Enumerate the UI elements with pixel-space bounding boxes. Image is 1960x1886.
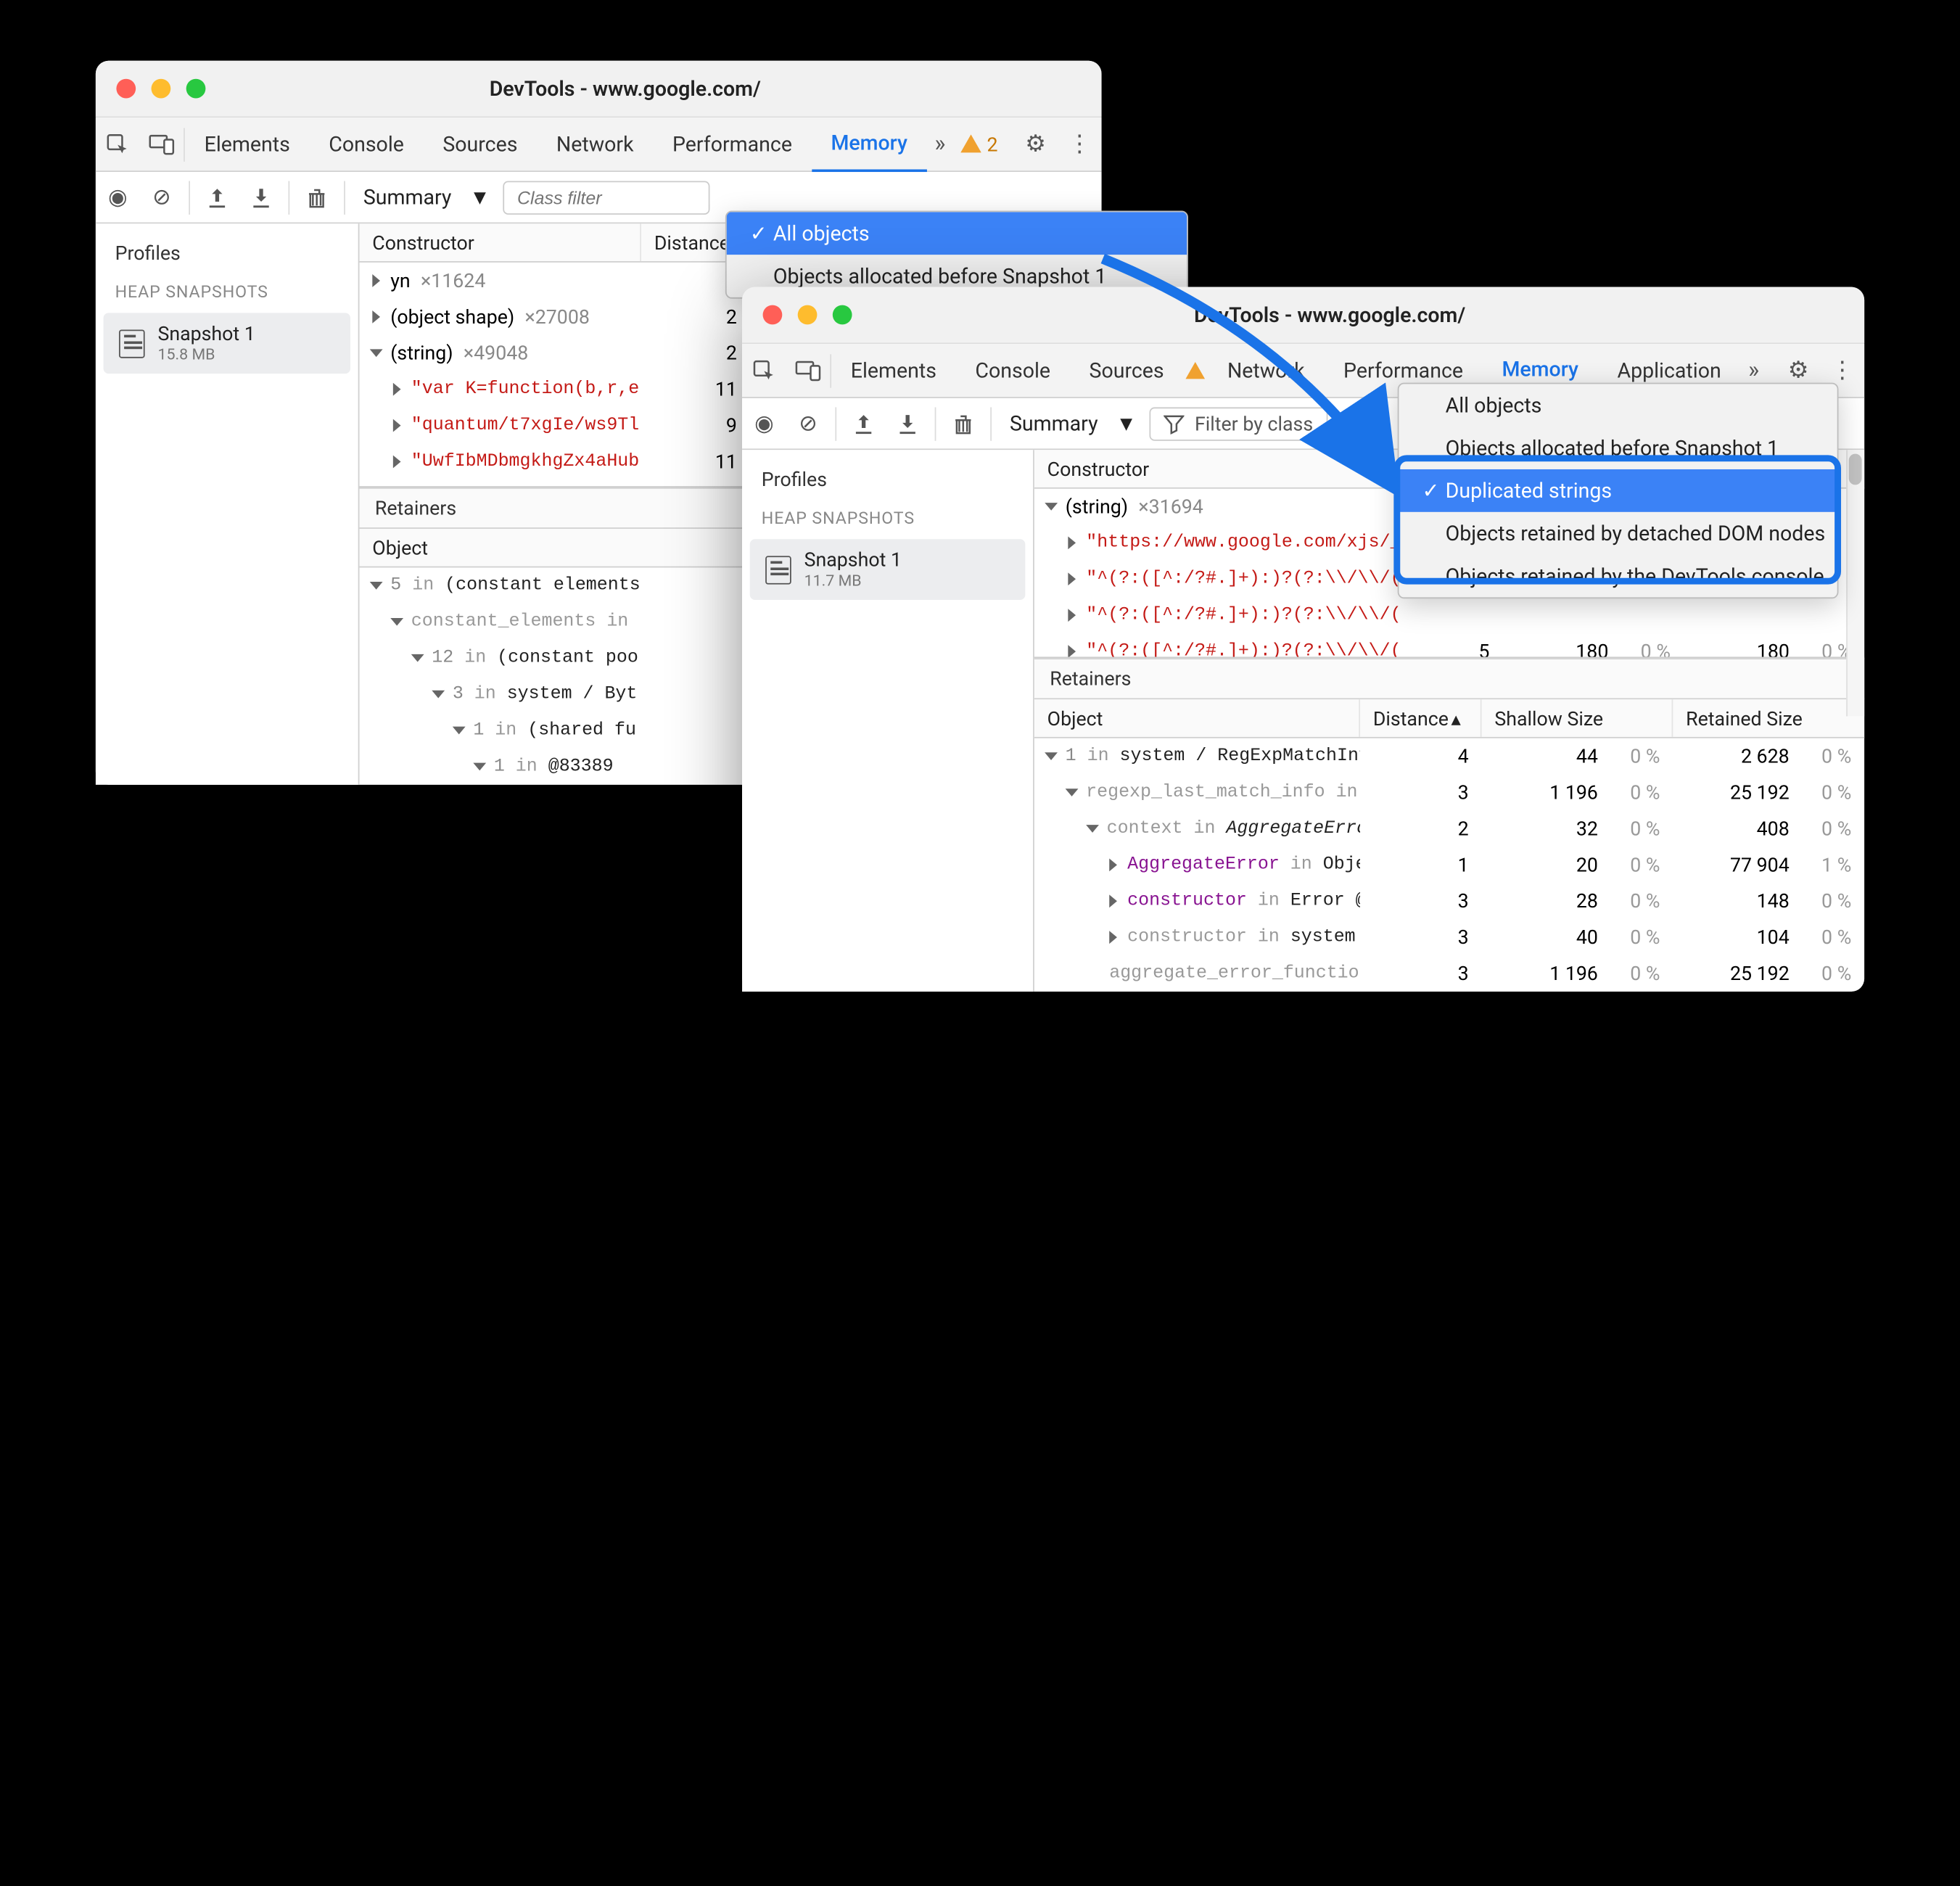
gear-icon[interactable]: ⚙: [1776, 357, 1821, 384]
col-constructor[interactable]: Constructor: [1034, 450, 1399, 487]
dropdown-item[interactable]: Objects retained by the DevTools console: [1399, 555, 1837, 598]
class-filter-button[interactable]: Filter by class: [1150, 407, 1327, 440]
profiles-header: Profiles: [742, 450, 1033, 501]
overflow-button[interactable]: »: [927, 131, 953, 157]
heap-snapshots-header: HEAP SNAPSHOTS: [96, 276, 358, 310]
download-icon[interactable]: [886, 413, 930, 434]
inspect-icon[interactable]: [742, 359, 786, 382]
table-row[interactable]: "^(?:([^:/?#.]+):)?(?:\\/\\/(?:: [1034, 597, 1864, 633]
window-title: DevTools - www.google.com/: [795, 302, 1864, 327]
record-icon[interactable]: ◉: [742, 411, 786, 437]
tab-sources[interactable]: Sources: [1070, 343, 1184, 398]
retainer-row[interactable]: constructor in Error @5413280 %1480 %: [1034, 883, 1864, 919]
device-toggle-icon[interactable]: [139, 133, 184, 155]
dropdown-item[interactable]: All objects: [1399, 384, 1837, 427]
garbage-collect-icon[interactable]: [942, 412, 986, 435]
upload-icon[interactable]: [841, 413, 886, 434]
download-icon[interactable]: [239, 187, 284, 208]
tab-network[interactable]: Network: [537, 117, 653, 171]
titlebar: DevTools - www.google.com/: [96, 61, 1102, 118]
clear-icon[interactable]: ⊘: [139, 184, 184, 210]
snapshot-item[interactable]: Snapshot 1 15.8 MB: [104, 313, 350, 374]
tab-memory[interactable]: Memory: [812, 117, 927, 171]
scrollbar[interactable]: [1846, 450, 1864, 716]
record-icon[interactable]: ◉: [96, 184, 140, 210]
table-row[interactable]: "^(?:([^:/?#.]+):)?(?:\\/\\/(?:51800 %18…: [1034, 633, 1864, 656]
dropdown-item[interactable]: Objects retained by detached DOM nodes: [1399, 512, 1837, 555]
col-retained[interactable]: Retained Size: [1673, 699, 1864, 737]
device-toggle-icon[interactable]: [786, 360, 831, 381]
snapshot-icon: [119, 329, 145, 358]
view-select[interactable]: Summary▼: [997, 411, 1149, 437]
kebab-menu-icon[interactable]: ⋮: [1821, 357, 1865, 384]
devtools-tabs: ElementsConsoleSourcesNetworkPerformance…: [96, 118, 1102, 172]
snapshot-item[interactable]: Snapshot 1 11.7 MB: [750, 539, 1026, 600]
close-icon[interactable]: [116, 79, 136, 99]
tab-performance[interactable]: Performance: [653, 117, 811, 171]
devtools-window-2: DevTools - www.google.com/ ElementsConso…: [742, 287, 1864, 992]
retainer-row[interactable]: context in AggregateError()2320 %4080 %: [1034, 811, 1864, 847]
heap-snapshots-header: HEAP SNAPSHOTS: [742, 502, 1033, 537]
view-select[interactable]: Summary▼: [350, 184, 503, 210]
gear-icon[interactable]: ⚙: [1013, 131, 1058, 157]
col-object[interactable]: Object: [1034, 699, 1360, 737]
snapshot-name: Snapshot 1: [157, 324, 255, 346]
retainer-row[interactable]: aggregate_error_function31 1960 %25 1920…: [1034, 955, 1864, 992]
object-filter-dropdown[interactable]: All objectsObjects allocated before Snap…: [1398, 383, 1839, 599]
titlebar: DevTools - www.google.com/: [742, 287, 1864, 344]
tab-elements[interactable]: Elements: [185, 117, 310, 171]
retainer-row[interactable]: regexp_last_match_info in syst31 1960 %2…: [1034, 775, 1864, 811]
object-filter-dropdown[interactable]: ✓All objectsObjects allocated before Sna…: [725, 211, 1188, 299]
sidebar: Profiles HEAP SNAPSHOTS Snapshot 1 15.8 …: [96, 223, 360, 785]
tab-network[interactable]: Network: [1208, 343, 1324, 398]
tab-console[interactable]: Console: [310, 117, 424, 171]
warning-badge[interactable]: 2: [961, 133, 998, 156]
dropdown-item[interactable]: ✓Duplicated strings: [1399, 469, 1837, 512]
upload-icon[interactable]: [195, 187, 239, 208]
clear-icon[interactable]: ⊘: [786, 411, 831, 437]
kebab-menu-icon[interactable]: ⋮: [1058, 131, 1102, 157]
retainer-row[interactable]: AggregateError in Object1200 %77 9041 %: [1034, 847, 1864, 883]
retainer-row[interactable]: constructor in system / M3400 %1040 %: [1034, 919, 1864, 955]
inspect-icon[interactable]: [96, 133, 140, 156]
close-icon[interactable]: [763, 305, 783, 325]
profiles-header: Profiles: [96, 223, 358, 275]
tab-console[interactable]: Console: [956, 343, 1070, 398]
sidebar: Profiles HEAP SNAPSHOTS Snapshot 1 11.7 …: [742, 450, 1034, 992]
garbage-collect-icon[interactable]: [295, 186, 339, 209]
snapshot-size: 15.8 MB: [157, 345, 255, 363]
col-shallow[interactable]: Shallow Size: [1482, 699, 1673, 737]
retainer-row[interactable]: 1 in system / RegExpMatchInfo @4440 %2 6…: [1034, 738, 1864, 775]
col-distance[interactable]: Distance▴: [1360, 699, 1482, 737]
snapshot-name: Snapshot 1: [804, 549, 902, 572]
class-filter-input[interactable]: [503, 181, 709, 214]
warning-icon[interactable]: [1183, 343, 1208, 398]
snapshot-icon: [765, 556, 791, 584]
tab-elements[interactable]: Elements: [831, 343, 956, 398]
dropdown-item[interactable]: Objects allocated before Snapshot 1: [1399, 427, 1837, 469]
dropdown-item[interactable]: ✓All objects: [727, 212, 1187, 255]
window-title: DevTools - www.google.com/: [149, 76, 1102, 101]
col-constructor[interactable]: Constructor: [359, 223, 641, 261]
snapshot-size: 11.7 MB: [804, 572, 902, 590]
retainers-caption: Retainers: [1034, 658, 1864, 699]
overflow-button[interactable]: »: [1740, 357, 1766, 384]
tab-sources[interactable]: Sources: [424, 117, 538, 171]
